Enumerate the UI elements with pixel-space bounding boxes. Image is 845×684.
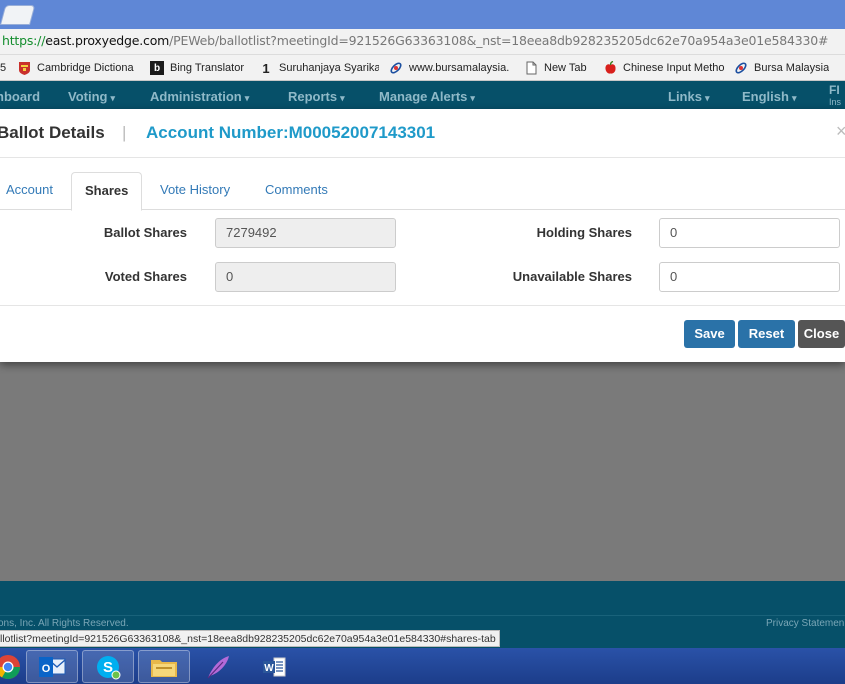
browser-tabstrip bbox=[0, 0, 845, 29]
holding-shares-label: Holding Shares bbox=[536, 225, 632, 240]
bookmark-new-tab[interactable]: New Tab bbox=[524, 60, 594, 76]
save-button[interactable]: Save bbox=[684, 320, 735, 348]
nav-administration[interactable]: Administration ▾ bbox=[150, 89, 249, 104]
unavailable-shares-field[interactable]: 0 bbox=[659, 262, 840, 292]
skype-icon[interactable]: S bbox=[82, 650, 134, 683]
tab-shares[interactable]: Shares bbox=[71, 172, 143, 211]
browser-tab[interactable] bbox=[0, 5, 36, 25]
page-icon bbox=[524, 61, 538, 75]
bing-icon: b bbox=[150, 61, 164, 75]
feather-app-icon[interactable] bbox=[192, 650, 244, 683]
modal-tabs: Account Shares Vote History Comments bbox=[0, 172, 845, 211]
url-host: east.proxyedge.com bbox=[45, 33, 170, 48]
reset-button[interactable]: Reset bbox=[738, 320, 795, 348]
bursa-icon bbox=[389, 61, 403, 75]
chevron-down-icon: ▾ bbox=[340, 93, 345, 103]
close-button[interactable]: Close bbox=[798, 320, 845, 348]
bookmark-ssm[interactable]: 1 Suruhanjaya Syarika bbox=[259, 60, 379, 76]
ssm-icon: 1 bbox=[262, 60, 270, 76]
svg-text:S: S bbox=[103, 659, 113, 676]
tab-account[interactable]: Account bbox=[0, 172, 66, 210]
bookmark-bursa-malaysia[interactable]: Bursa Malaysia bbox=[734, 60, 834, 76]
outlook-icon[interactable]: O bbox=[26, 650, 78, 683]
footer-divider bbox=[0, 615, 845, 616]
tab-vote-history[interactable]: Vote History bbox=[147, 172, 243, 210]
title-separator: | bbox=[122, 123, 127, 142]
ballot-shares-label: Ballot Shares bbox=[103, 225, 187, 240]
cambridge-icon bbox=[17, 61, 31, 75]
bookmark-chinese-input[interactable]: Chinese Input Metho bbox=[603, 60, 725, 76]
chevron-down-icon: ▾ bbox=[110, 93, 116, 103]
modal-footer-divider bbox=[0, 305, 845, 306]
apple-icon bbox=[603, 61, 617, 75]
ballot-shares-field[interactable]: 7279492 bbox=[215, 218, 396, 248]
modal-title: Ballot Details bbox=[0, 123, 105, 142]
nav-manage-alerts[interactable]: Manage Alerts ▾ bbox=[379, 89, 475, 104]
privacy-statement-link[interactable]: Privacy Statemen bbox=[766, 618, 844, 629]
bookmark-prefix[interactable]: 5 bbox=[0, 60, 14, 76]
ballot-details-modal: Ballot Details | Account Number:M0005200… bbox=[0, 109, 845, 362]
windows-taskbar: O S W bbox=[0, 648, 845, 684]
tab-comments[interactable]: Comments bbox=[252, 172, 341, 210]
bookmarks-bar: 5 Cambridge Dictiona b Bing Translator 1… bbox=[0, 55, 845, 81]
chevron-down-icon: ▾ bbox=[704, 93, 710, 103]
voted-shares-field[interactable]: 0 bbox=[215, 262, 396, 292]
nav-user-info[interactable]: FI Ins bbox=[829, 84, 841, 108]
bursa-icon bbox=[734, 61, 748, 75]
nav-dashboard[interactable]: nboard bbox=[0, 89, 40, 104]
url-text[interactable]: https://east.proxyedge.com/PEWeb/ballotl… bbox=[2, 33, 829, 48]
nav-links[interactable]: Links ▾ bbox=[668, 89, 710, 104]
chevron-down-icon: ▾ bbox=[791, 93, 797, 103]
word-icon[interactable]: W bbox=[248, 650, 300, 683]
browser-status-url: llotlist?meetingId=921526G63363108&_nst=… bbox=[0, 630, 500, 647]
modal-header: Ballot Details | Account Number:M0005200… bbox=[0, 109, 845, 158]
url-path: /PEWeb/ballotlist?meetingId=921526G63363… bbox=[169, 33, 829, 48]
chevron-down-icon: ▾ bbox=[470, 93, 475, 103]
bookmark-bing[interactable]: b Bing Translator bbox=[150, 60, 250, 76]
account-number: Account Number:M00052007143301 bbox=[146, 123, 436, 142]
nav-language[interactable]: English ▾ bbox=[742, 89, 796, 104]
nav-voting[interactable]: Voting ▾ bbox=[68, 89, 115, 104]
unavailable-shares-label: Unavailable Shares bbox=[512, 269, 632, 284]
chevron-down-icon: ▾ bbox=[244, 93, 250, 103]
voted-shares-label: Voted Shares bbox=[104, 269, 187, 284]
nav-reports[interactable]: Reports ▾ bbox=[288, 89, 345, 104]
holding-shares-field[interactable]: 0 bbox=[659, 218, 840, 248]
bookmark-bursamalaysia-www[interactable]: www.bursamalaysia. bbox=[389, 60, 515, 76]
svg-text:O: O bbox=[42, 663, 51, 675]
address-bar[interactable]: https://east.proxyedge.com/PEWeb/ballotl… bbox=[0, 29, 845, 55]
app-navbar: nboard Voting ▾ Administration ▾ Reports ▾ … bbox=[0, 81, 845, 109]
file-explorer-icon[interactable] bbox=[138, 650, 190, 683]
close-icon[interactable]: × bbox=[836, 121, 845, 142]
copyright-text: ons, Inc. All Rights Reserved. bbox=[0, 618, 129, 629]
url-protocol: https:// bbox=[2, 33, 46, 48]
bookmark-cambridge[interactable]: Cambridge Dictiona bbox=[17, 60, 141, 76]
svg-text:W: W bbox=[264, 663, 274, 674]
